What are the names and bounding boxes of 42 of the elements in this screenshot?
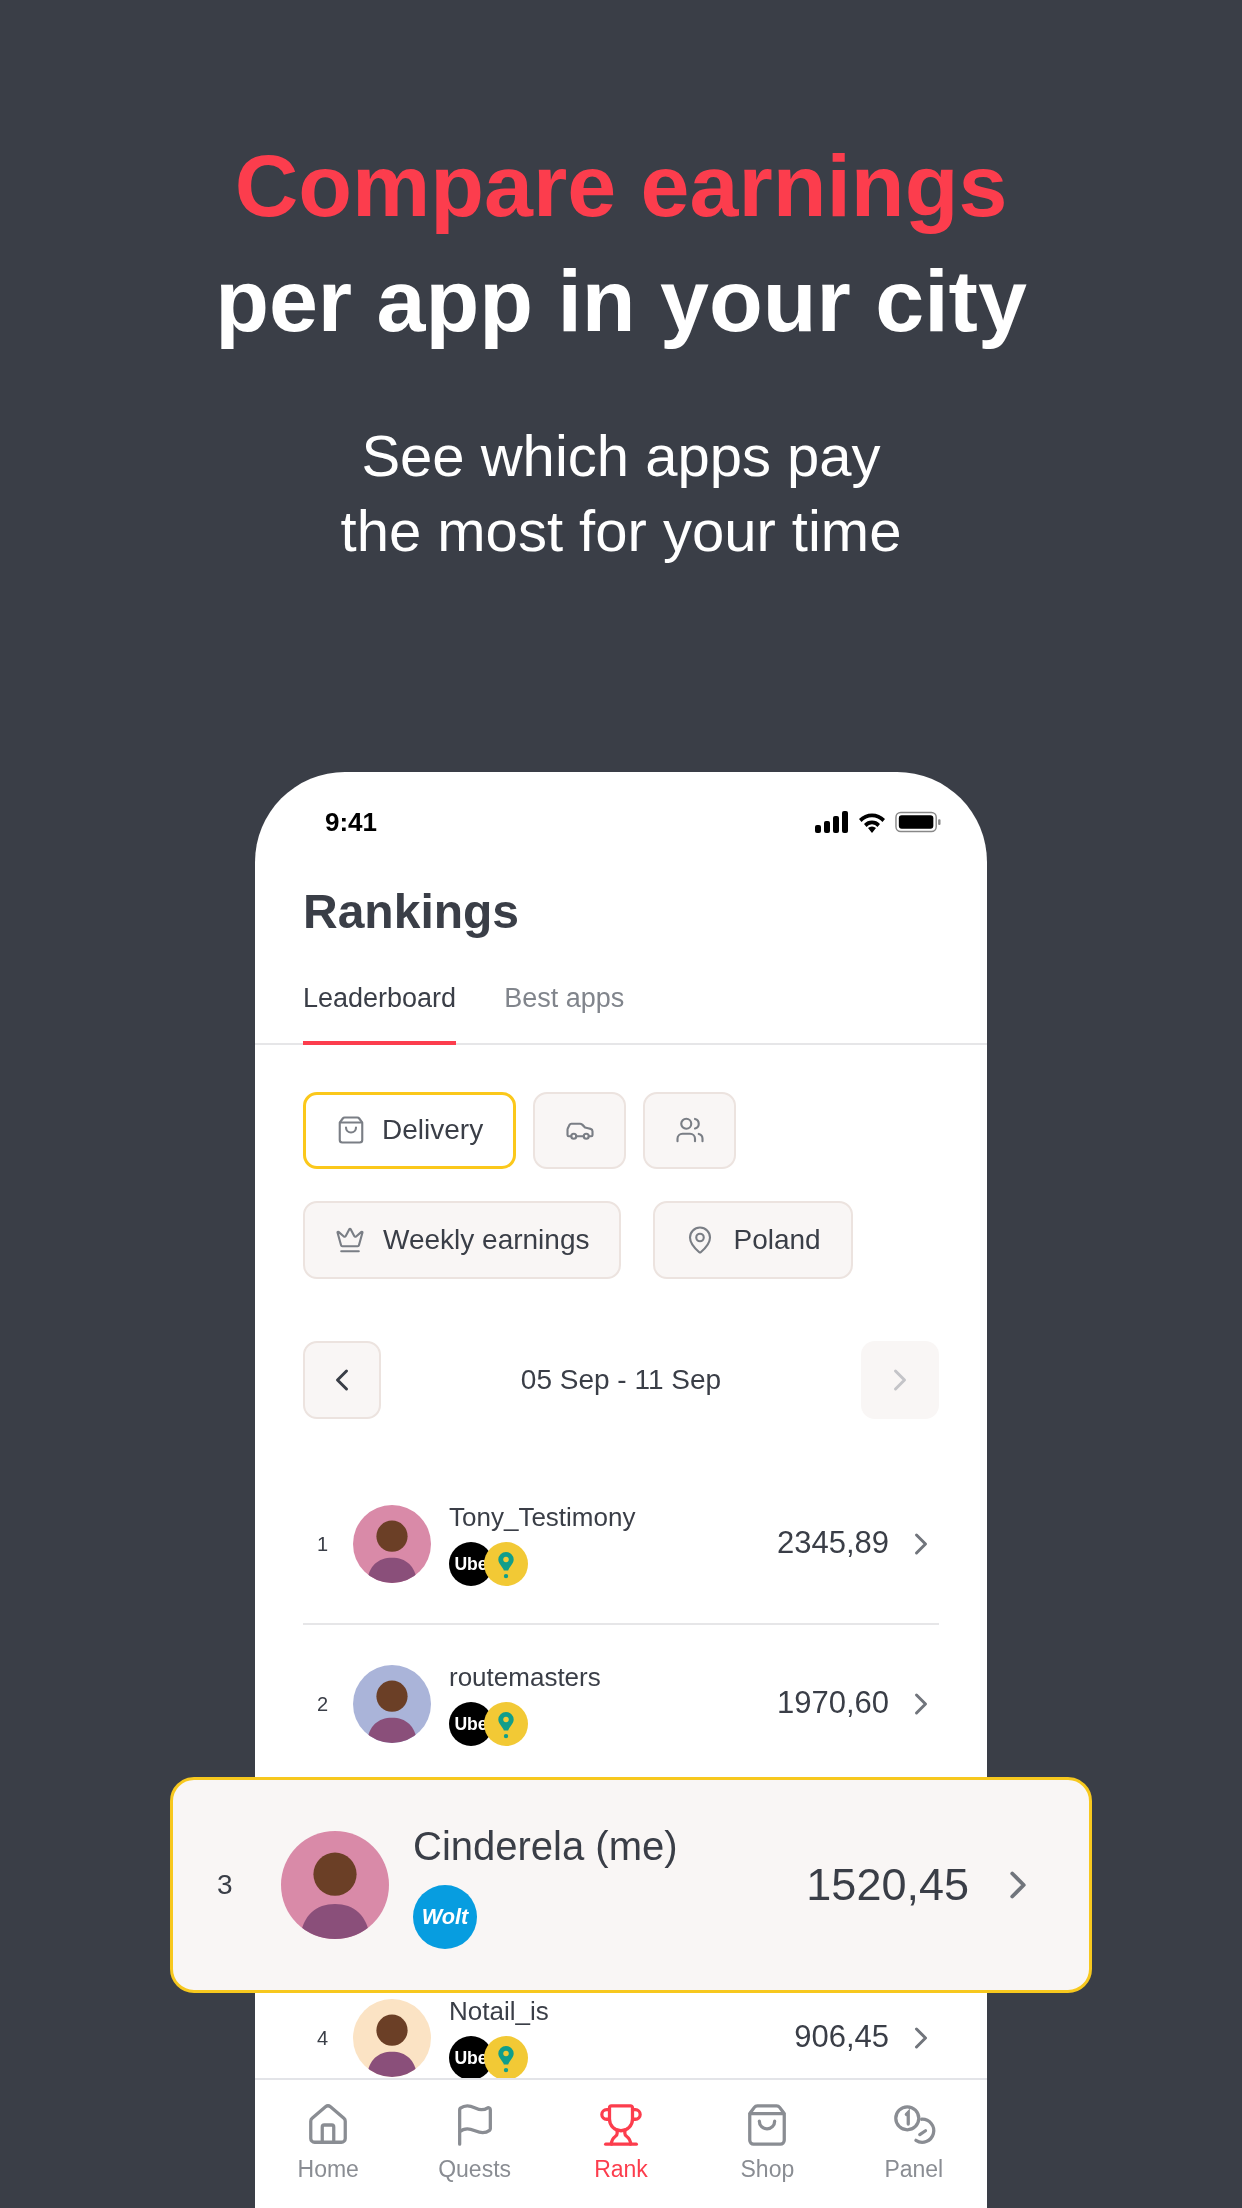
tab[interactable]: Leaderboard (303, 956, 457, 1045)
screen-title: Rankings (302, 884, 521, 940)
headline-accent: Compare earnings (234, 135, 1008, 237)
rank-number: 3 (217, 1868, 234, 1902)
earnings-amount: 906,45 (794, 2018, 889, 2057)
nav-item[interactable]: Panel (840, 2101, 987, 2187)
category-icon-button[interactable] (643, 1091, 737, 1169)
earnings-amount: 1970,60 (776, 1684, 889, 1723)
nav-item[interactable]: Shop (694, 2101, 841, 2187)
app-logo: Wolt (413, 1885, 477, 1949)
headline: per app in your city (215, 250, 1027, 352)
user-name: Cinderela (me) (413, 1823, 679, 1870)
rank-number: 2 (317, 1691, 330, 1717)
filter-chip[interactable]: Poland (653, 1200, 853, 1279)
battery-icon (895, 811, 941, 833)
app-logo (484, 2035, 529, 2078)
category-icon-button[interactable] (533, 1091, 627, 1169)
user-name: routemasters (449, 1661, 602, 1694)
tab[interactable]: Best apps (504, 956, 625, 1045)
bag-icon (336, 1115, 366, 1145)
nav-item[interactable]: Quests (401, 2101, 548, 2187)
signal-icon (815, 811, 849, 833)
nav-item[interactable]: Home (255, 2101, 402, 2187)
category-chip[interactable]: Delivery (303, 1091, 517, 1169)
nav-item[interactable]: Rank (547, 2101, 695, 2187)
people-icon (674, 1115, 705, 1145)
status-time: 9:41 (324, 805, 378, 839)
previous-week-button[interactable] (303, 1340, 381, 1419)
earnings-amount: 1520,45 (806, 1858, 969, 1913)
rank-number: 4 (317, 2025, 330, 2051)
wifi-icon (857, 811, 887, 833)
earnings-amount: 2345,89 (776, 1524, 889, 1563)
subtitle: See which apps pay the most for your time (340, 422, 902, 565)
trophy-icon (598, 2101, 644, 2148)
app-logo (484, 1541, 529, 1586)
date-range: 05 Sep - 11 Sep (520, 1362, 722, 1397)
current-user-row[interactable]: 3 Cinderela (me) Wolt 1520,45 (170, 1777, 1092, 1993)
rank-number: 1 (317, 1531, 330, 1557)
user-name: Notail_is (449, 1995, 550, 2028)
filter-chip[interactable]: Weekly earnings (303, 1200, 622, 1279)
app-logo (484, 1701, 529, 1746)
user-name: Tony_Testimony (449, 1501, 637, 1534)
